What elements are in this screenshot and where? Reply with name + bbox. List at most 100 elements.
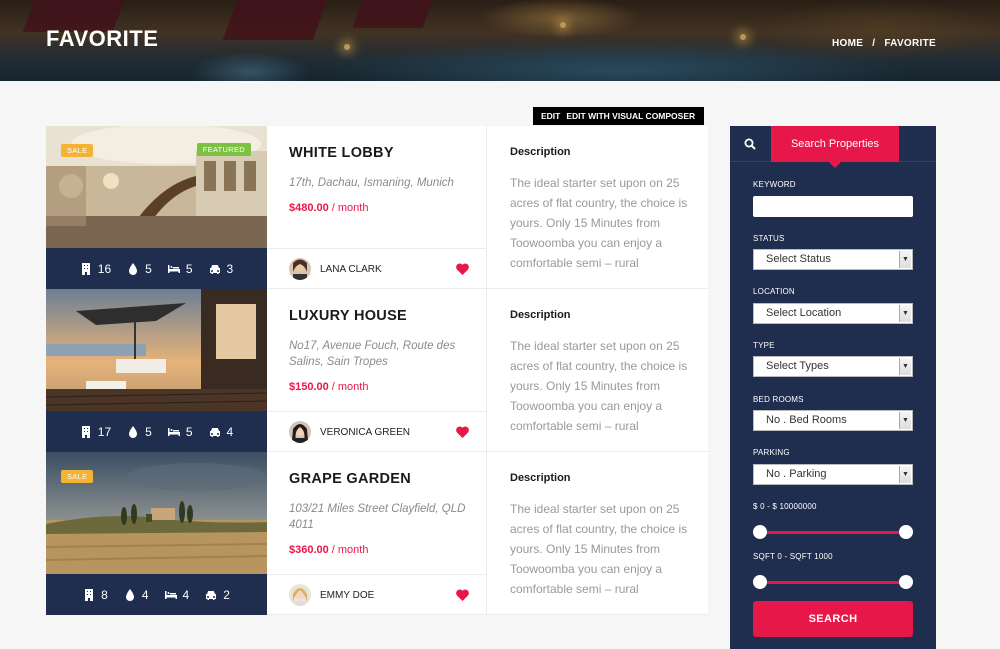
water-drop-icon [129, 425, 138, 438]
property-info: GRAPE GARDEN 103/21 Miles Street Clayfie… [267, 452, 487, 615]
sale-badge: SALE [61, 144, 94, 157]
edit-link[interactable]: EDIT [541, 111, 560, 121]
search-button[interactable]: SEARCH [753, 601, 913, 637]
building-icon [85, 588, 94, 601]
property-title[interactable]: WHITE LOBBY [289, 145, 394, 161]
sqft-range-slider[interactable] [753, 575, 913, 589]
beds-stat: 5 [167, 262, 193, 276]
breadcrumb-separator: / [872, 38, 876, 49]
baths-stat: 4 [124, 588, 149, 602]
bedrooms-select[interactable]: No . Bed Rooms ▼ [753, 410, 913, 431]
property-price: $360.00/ month [289, 544, 368, 556]
property-title[interactable]: LUXURY HOUSE [289, 308, 407, 324]
floors-count: 16 [97, 261, 112, 276]
property-address: 17th, Dachau, Ismaning, Munich [289, 177, 454, 189]
property-photo[interactable] [46, 289, 267, 411]
status-selected: Select Status [766, 253, 831, 265]
price-amount: $150.00 [289, 381, 329, 393]
type-label: TYPE [753, 341, 775, 350]
type-selected: Select Types [766, 360, 829, 372]
beds-stat: 5 [167, 424, 193, 439]
car-icon [206, 590, 217, 600]
garages-stat: 2 [205, 588, 230, 602]
status-select[interactable]: Select Status ▼ [753, 249, 913, 270]
parking-select[interactable]: No . Parking ▼ [753, 464, 913, 485]
avatar[interactable] [289, 421, 311, 443]
hero-banner: FAVORITE HOME / FAVORITE [0, 0, 1000, 81]
property-info: LUXURY HOUSE No17, Avenue Fouch, Route d… [267, 289, 487, 452]
floors-count: 8 [101, 587, 108, 602]
featured-badge: FEATURED [196, 143, 251, 156]
property-card: SALE 8 4 4 2 GRAPE GARDEN 103/21 Miles S… [46, 452, 708, 615]
description-text: The ideal starter set upon on 25 acres o… [510, 502, 688, 596]
agent-name[interactable]: EMMY DOE [320, 590, 374, 601]
heart-icon[interactable] [456, 263, 469, 275]
property-price: $150.00/ month [289, 381, 368, 393]
property-price: $480.00/ month [289, 202, 368, 214]
sqft-range-label: SQFT 0 - SQFT 1000 [753, 552, 833, 561]
location-select[interactable]: Select Location ▼ [753, 303, 913, 324]
property-card: 17 5 5 4 LUXURY HOUSE No17, Avenue Fouch… [46, 289, 708, 452]
baths-stat: 5 [127, 425, 152, 439]
property-description: Description The ideal starter set upon o… [487, 289, 708, 452]
garages-count: 2 [223, 587, 230, 602]
price-max-handle[interactable] [899, 525, 913, 539]
tab-search-properties[interactable]: Search Properties [771, 126, 899, 168]
description-title: Description [510, 472, 571, 484]
property-description: Description The ideal starter set upon o… [487, 452, 708, 615]
agent-row: EMMY DOE [267, 574, 487, 615]
garages-count: 4 [226, 424, 234, 439]
description-text: The ideal starter set upon on 25 acres o… [510, 176, 688, 270]
status-label: STATUS [753, 234, 785, 243]
property-photo[interactable]: SALE FEATURED [46, 126, 267, 248]
price-min-handle[interactable] [753, 525, 767, 539]
bed-icon [164, 590, 177, 599]
beds-count: 4 [182, 587, 190, 602]
search-sidebar: Search Properties KEYWORD STATUS Select … [730, 126, 936, 649]
parking-selected: No . Parking [766, 468, 827, 480]
baths-count: 5 [145, 424, 152, 439]
sqft-min-handle[interactable] [753, 575, 767, 589]
description-title: Description [510, 309, 571, 321]
car-icon [209, 427, 220, 437]
property-card: SALE FEATURED 16 5 5 3 WHITE LOBBY 17th,… [46, 126, 708, 289]
bed-icon [167, 264, 180, 273]
garages-stat: 3 [209, 262, 233, 276]
baths-count: 5 [145, 261, 152, 276]
property-title[interactable]: GRAPE GARDEN [289, 471, 411, 487]
chevron-down-icon: ▼ [899, 412, 911, 429]
floors-stat: 16 [80, 262, 111, 276]
type-select[interactable]: Select Types ▼ [753, 356, 913, 377]
edit-visual-composer-link[interactable]: EDIT WITH VISUAL COMPOSER [566, 111, 695, 121]
price-range-slider[interactable] [753, 525, 913, 539]
terrace-image [46, 289, 267, 411]
sale-badge: SALE [61, 470, 94, 483]
avatar[interactable] [289, 258, 311, 280]
agent-name[interactable]: LANA CLARK [320, 264, 382, 275]
property-description: Description The ideal starter set upon o… [487, 126, 708, 289]
property-address: 103/21 Miles Street Clayfield, QLD 4011 [289, 503, 466, 531]
garages-stat: 4 [209, 424, 234, 439]
avatar[interactable] [289, 584, 311, 606]
chevron-down-icon: ▼ [899, 358, 911, 375]
car-icon [209, 264, 220, 274]
heart-icon[interactable] [456, 426, 469, 438]
beds-count: 5 [185, 424, 193, 439]
price-period: / month [331, 381, 369, 393]
search-icon[interactable] [744, 138, 756, 150]
agent-name[interactable]: VERONICA GREEN [320, 427, 410, 438]
bed-icon [167, 427, 180, 436]
sqft-max-handle[interactable] [899, 575, 913, 589]
edit-bar: EDIT EDIT WITH VISUAL COMPOSER [533, 107, 704, 125]
property-stats: 17 5 5 4 [46, 411, 267, 452]
bedrooms-selected: No . Bed Rooms [766, 414, 847, 426]
breadcrumb-home[interactable]: HOME [832, 38, 863, 49]
building-icon [81, 425, 90, 438]
floors-count: 17 [97, 424, 112, 439]
keyword-input[interactable] [753, 196, 913, 217]
property-photo[interactable]: SALE [46, 452, 267, 574]
property-address: No17, Avenue Fouch, Route des Salins, Sa… [289, 340, 456, 368]
chevron-down-icon: ▼ [899, 466, 911, 483]
heart-icon[interactable] [456, 589, 469, 601]
agent-row: LANA CLARK [267, 248, 487, 289]
